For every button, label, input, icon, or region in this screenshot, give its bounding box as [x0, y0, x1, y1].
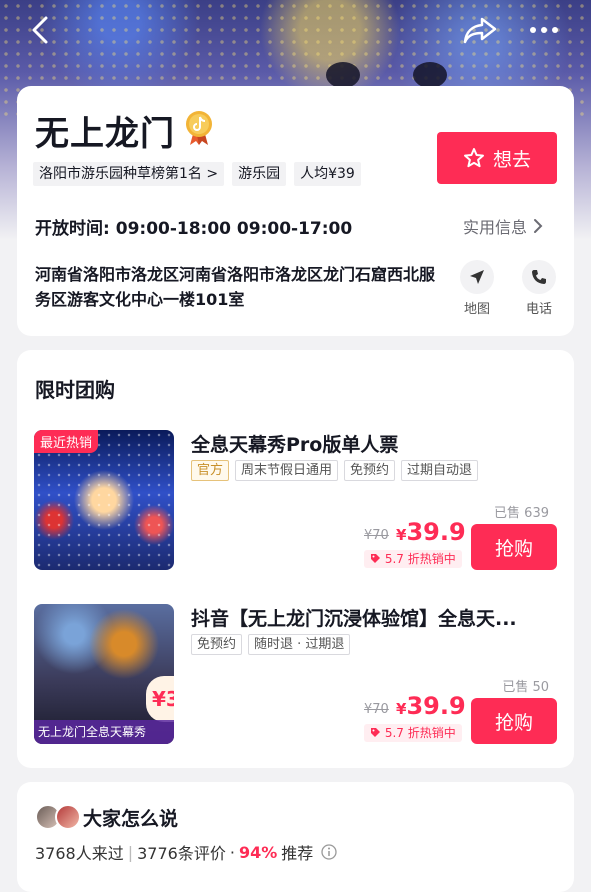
hot-sale-badge: 最近热销	[34, 430, 99, 453]
practical-info-label: 实用信息	[463, 218, 528, 237]
more-button[interactable]	[526, 12, 562, 48]
info-icon[interactable]	[321, 844, 337, 860]
dot-separator: ·	[229, 842, 235, 862]
avg-price-tag: 人均¥39	[294, 162, 361, 186]
group-deals-card: 限时团购 最近热销 全息天幕秀Pro版单人票 官方 周末节假日通用 免预约 过期…	[17, 350, 574, 768]
discount-badge: 5.7 折热销中	[364, 550, 462, 568]
original-price: ¥70	[364, 702, 389, 717]
navigation-icon	[470, 270, 484, 284]
sold-count: 已售 639	[494, 506, 549, 521]
image-price-corner: ¥3	[146, 676, 174, 722]
chevron-right-icon	[534, 219, 543, 233]
want-to-go-label: 想去	[492, 148, 531, 171]
official-tag: 官方	[191, 460, 230, 481]
discount-text: 5.7 折热销中	[384, 552, 456, 566]
map-icon-wrap	[460, 260, 494, 294]
visited-count: 3768人来过	[35, 844, 124, 863]
douyin-medal-icon	[186, 111, 212, 145]
page-title: 无上龙门	[35, 114, 175, 154]
more-icon	[530, 27, 558, 33]
deal-tag: 免预约	[344, 460, 396, 481]
hero-silhouette	[326, 62, 360, 88]
review-stats: 3768人来过 | 3776条评价 · 94% 推荐	[35, 840, 337, 864]
chevron-left-icon	[32, 16, 48, 44]
deal-image[interactable]: ¥3 无上龙门全息天幕秀	[34, 604, 174, 744]
buy-button[interactable]: 抢购	[471, 524, 557, 570]
phone-icon	[532, 270, 546, 284]
deal-price: ¥39.9	[396, 518, 466, 546]
currency-symbol: ¥	[396, 700, 407, 718]
phone-icon-wrap	[522, 260, 556, 294]
deal-tags: 免预约 随时退 · 过期退	[191, 634, 351, 655]
want-to-go-button[interactable]: 想去	[437, 132, 557, 184]
deal-tag: 随时退 · 过期退	[248, 634, 351, 655]
top-bar	[0, 0, 591, 60]
hours-value: 09:00-18:00 09:00-17:00	[115, 219, 353, 239]
opening-hours: 开放时间: 09:00-18:00 09:00-17:00	[35, 214, 352, 239]
avatar	[55, 804, 81, 830]
practical-info-link[interactable]: 实用信息	[463, 214, 543, 238]
deal-title[interactable]: 抖音【无上龙门沉浸体验馆】全息天...	[191, 604, 551, 631]
recommend-percent: 94%	[238, 842, 278, 862]
deal-price: ¥39.9	[396, 692, 466, 720]
sold-count: 已售 50	[502, 680, 549, 695]
section-title: 限时团购	[35, 378, 115, 402]
review-count: 3776条评价	[137, 844, 226, 863]
ranking-tag[interactable]: 洛阳市游乐园种草榜第1名 >	[33, 162, 225, 186]
phone-label: 电话	[525, 302, 552, 317]
hero-silhouette	[413, 62, 447, 88]
map-label: 地图	[463, 302, 490, 317]
price-tag-icon	[371, 728, 380, 737]
deal-title[interactable]: 全息天幕秀Pro版单人票	[191, 430, 551, 457]
buy-button[interactable]: 抢购	[471, 698, 557, 744]
place-info-card: 无上龙门 想去 洛阳市游乐园种草榜第1名 > 游乐园 人均¥39 开放时间: 0…	[17, 86, 574, 336]
deal-item[interactable]: 最近热销 全息天幕秀Pro版单人票 官方 周末节假日通用 免预约 过期自动退 已…	[34, 430, 564, 575]
reviewer-avatars	[35, 804, 81, 830]
share-icon	[463, 17, 497, 44]
deal-tag: 周末节假日通用	[235, 460, 339, 481]
price-value: 39.9	[406, 518, 466, 546]
address-text: 河南省洛阳市洛龙区河南省洛阳市洛龙区龙门石窟西北服务区游客文化中心一楼101室	[35, 265, 436, 309]
deal-item[interactable]: ¥3 无上龙门全息天幕秀 抖音【无上龙门沉浸体验馆】全息天... 免预约 随时退…	[34, 604, 564, 749]
place-tags: 洛阳市游乐园种草榜第1名 > 游乐园 人均¥39	[33, 162, 361, 186]
price-value: 39.9	[406, 692, 466, 720]
price-tag-icon	[371, 554, 380, 563]
deal-tag: 免预约	[191, 634, 243, 655]
recommend-label: 推荐	[281, 844, 314, 863]
reviews-title: 大家怎么说	[83, 808, 179, 830]
original-price: ¥70	[364, 528, 389, 543]
reviews-card[interactable]: 大家怎么说 3768人来过 | 3776条评价 · 94% 推荐	[17, 782, 574, 892]
map-button[interactable]: 地图	[455, 260, 499, 317]
share-button[interactable]	[462, 12, 498, 48]
divider: |	[127, 842, 134, 862]
back-button[interactable]	[22, 12, 58, 48]
hours-label: 开放时间:	[35, 219, 110, 239]
deal-tags: 官方 周末节假日通用 免预约 过期自动退	[191, 460, 479, 481]
category-tag: 游乐园	[232, 162, 287, 186]
image-caption: 无上龙门全息天幕秀	[34, 720, 174, 744]
phone-button[interactable]: 电话	[517, 260, 561, 317]
currency-symbol: ¥	[396, 526, 407, 544]
discount-text: 5.7 折热销中	[384, 726, 456, 740]
star-outline-icon	[463, 148, 484, 168]
discount-badge: 5.7 折热销中	[364, 724, 462, 742]
deal-image[interactable]: 最近热销	[34, 430, 174, 570]
deal-tag: 过期自动退	[401, 460, 479, 481]
